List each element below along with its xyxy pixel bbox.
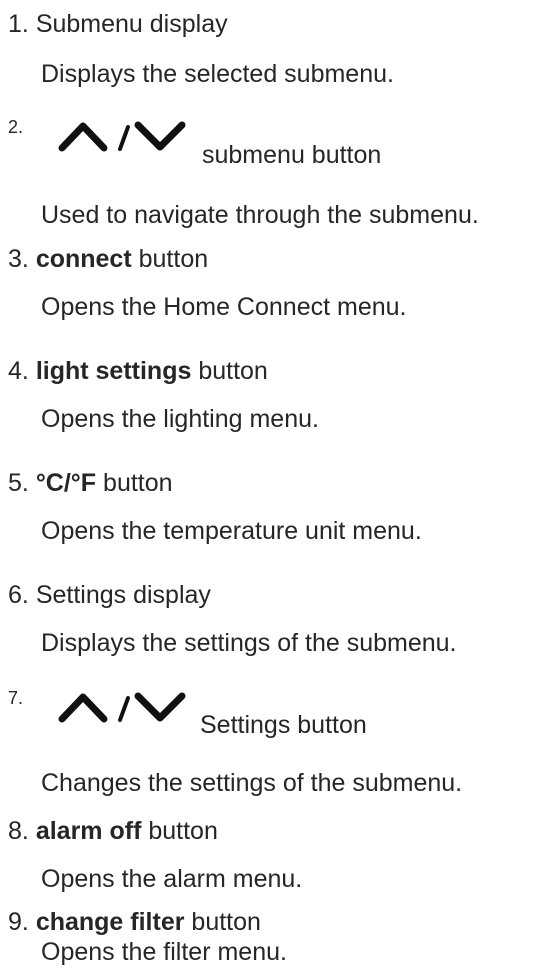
item-label: Settings display <box>35 581 211 609</box>
item-heading: 3. connect button <box>8 247 208 272</box>
item-heading: 4. light settings button <box>8 359 268 384</box>
item-description: Displays the settings of the submenu. <box>41 629 457 657</box>
up-down-chevron-icon <box>58 121 186 152</box>
item-label: button <box>148 817 218 845</box>
item-number: 7. <box>8 688 24 708</box>
item-number: 9. <box>8 908 29 936</box>
item-description: Opens the lighting menu. <box>41 405 319 433</box>
item-label: Settings button <box>200 711 367 739</box>
item-description: Opens the filter menu. <box>41 938 287 966</box>
item-label: button <box>198 357 268 385</box>
item-label: Submenu display <box>35 10 228 38</box>
item-label: submenu button <box>202 141 382 169</box>
item-heading: 1. Submenu display <box>8 12 228 37</box>
item-number: 3. <box>8 245 29 273</box>
item-label: button <box>191 908 261 936</box>
item-label: button <box>103 469 173 497</box>
item-number: 1. <box>8 10 29 38</box>
item-description: Opens the temperature unit menu. <box>41 517 422 545</box>
item-number: 4. <box>8 357 29 385</box>
item-bold-name: alarm off <box>35 817 142 845</box>
item-heading: 5. °C/°F button <box>8 471 173 496</box>
item-number: 8. <box>8 817 29 845</box>
item-label: button <box>138 245 209 273</box>
item-number: 6. <box>8 581 29 609</box>
item-description: Used to navigate through the submenu. <box>41 201 479 229</box>
item-description: Displays the selected submenu. <box>41 60 394 88</box>
item-heading: 6. Settings display <box>8 583 211 608</box>
item-description: Opens the Home Connect menu. <box>41 293 407 321</box>
item-bold-name: °C/°F <box>35 469 97 497</box>
item-number: 2. <box>8 117 24 137</box>
item-description: Opens the alarm menu. <box>41 865 303 893</box>
item-description: Changes the settings of the submenu. <box>41 769 463 797</box>
item-heading: 8. alarm off button <box>8 819 218 844</box>
item-heading: 9. change filter button <box>8 910 261 935</box>
item-bold-name: change filter <box>35 908 185 936</box>
item-number: 5. <box>8 469 29 497</box>
item-bold-name: connect <box>35 245 132 273</box>
item-bold-name: light settings <box>35 357 192 385</box>
legend-list: 1. Submenu display Displays the selected… <box>0 0 557 969</box>
up-down-chevron-icon <box>58 692 186 723</box>
